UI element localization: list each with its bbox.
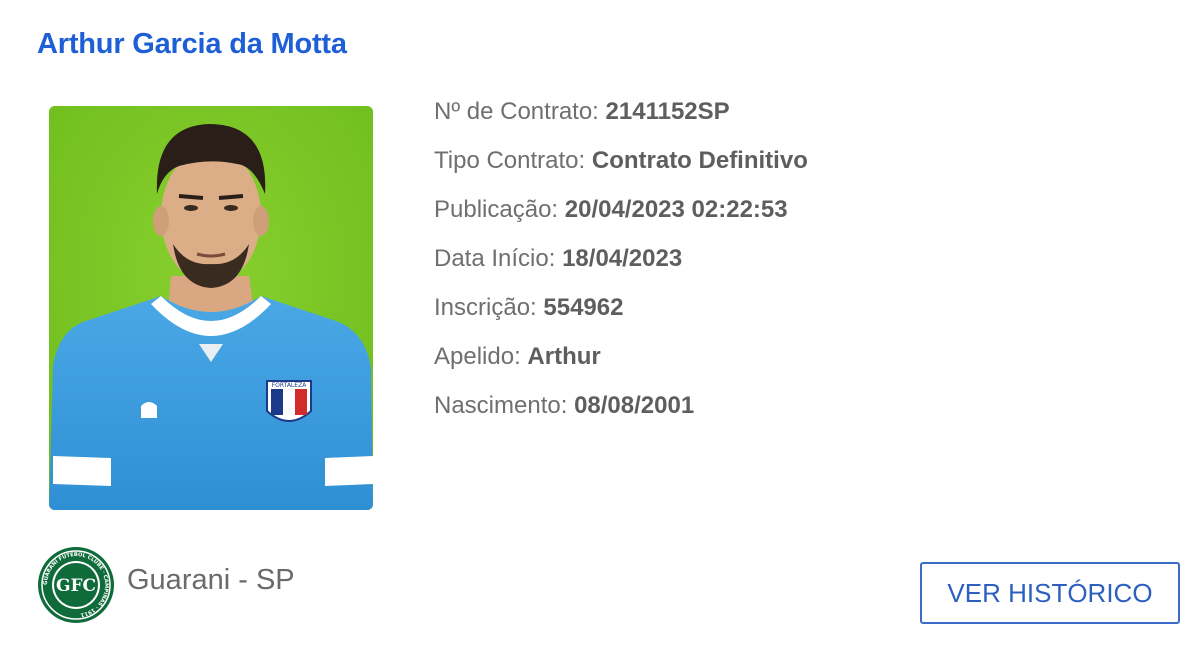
- player-card: Arthur Garcia da Motta FORTALEZA Nº de C…: [0, 0, 1200, 655]
- detail-value: 20/04/2023 02:22:53: [564, 196, 788, 223]
- detail-value: 08/08/2001: [574, 392, 695, 419]
- detail-label: Nº de Contrato:: [434, 98, 599, 125]
- detail-label: Apelido:: [434, 343, 521, 370]
- detail-nickname: Apelido: Arthur: [434, 339, 808, 388]
- detail-label: Publicação:: [434, 196, 559, 223]
- detail-label: Inscrição:: [434, 294, 537, 321]
- player-photo: FORTALEZA: [49, 106, 373, 510]
- detail-start-date: Data Início: 18/04/2023: [434, 241, 808, 290]
- detail-label: Tipo Contrato:: [434, 147, 586, 174]
- club-name: Guarani - SP: [127, 563, 295, 596]
- detail-birth-date: Nascimento: 08/08/2001: [434, 388, 808, 437]
- club-info: GUARANI FUTEBOL CLUBE · CAMPINAS · 1911 …: [37, 546, 295, 624]
- detail-value: Contrato Definitivo: [591, 147, 808, 174]
- view-history-button[interactable]: VER HISTÓRICO: [920, 562, 1180, 624]
- detail-value: 554962: [543, 294, 624, 321]
- club-logo-icon: GUARANI FUTEBOL CLUBE · CAMPINAS · 1911 …: [38, 547, 114, 623]
- svg-text:GFC: GFC: [56, 576, 96, 596]
- jersey-crest-icon: FORTALEZA: [266, 380, 312, 422]
- detail-label: Data Início:: [434, 245, 556, 272]
- detail-value: 2141152SP: [605, 98, 730, 125]
- detail-label: Nascimento:: [434, 392, 568, 419]
- contract-details: Nº de Contrato: 2141152SP Tipo Contrato:…: [434, 94, 808, 437]
- kit-sponsor-icon: [141, 402, 157, 418]
- detail-publication: Publicação: 20/04/2023 02:22:53: [434, 192, 808, 241]
- detail-value: 18/04/2023: [562, 245, 683, 272]
- svg-text:FORTALEZA: FORTALEZA: [272, 382, 307, 389]
- detail-contract-type: Tipo Contrato: Contrato Definitivo: [434, 143, 808, 192]
- detail-value: Arthur: [527, 343, 601, 370]
- detail-registration: Inscrição: 554962: [434, 290, 808, 339]
- player-name: Arthur Garcia da Motta: [37, 28, 347, 60]
- detail-contract-number: Nº de Contrato: 2141152SP: [434, 94, 808, 143]
